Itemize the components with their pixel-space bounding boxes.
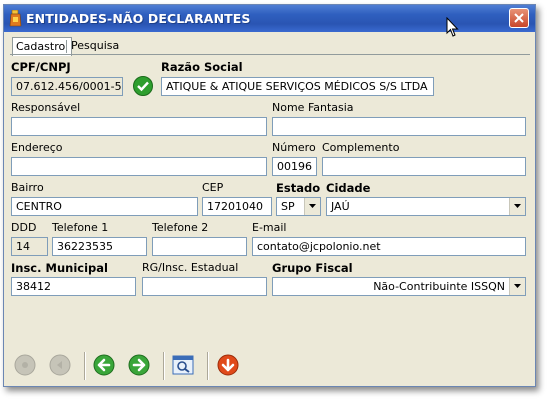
responsavel-label: Responsável bbox=[11, 101, 81, 114]
chevron-down-icon bbox=[514, 284, 521, 288]
razao-social-label: Razão Social bbox=[161, 60, 243, 74]
cep-label: CEP bbox=[202, 181, 224, 194]
cidade-dropdown-button[interactable] bbox=[509, 198, 525, 215]
estado-dropdown-button[interactable] bbox=[304, 198, 320, 215]
check-valid-icon bbox=[133, 76, 153, 96]
close-button[interactable] bbox=[509, 8, 529, 28]
nome-fantasia-field[interactable] bbox=[272, 117, 526, 136]
toolbar-divider bbox=[163, 352, 165, 380]
grupo-fiscal-select[interactable]: Não-Contribuinte ISSQN bbox=[272, 277, 526, 296]
disabled-circle-icon[interactable] bbox=[49, 354, 71, 376]
rg-insc-estadual-label: RG/Insc. Estadual bbox=[142, 261, 239, 274]
email-field[interactable]: contato@jcpolonio.net bbox=[252, 237, 526, 256]
arrow-down-icon[interactable] bbox=[217, 354, 239, 376]
estado-value: SP bbox=[281, 200, 295, 213]
arrow-left-icon[interactable] bbox=[93, 354, 115, 376]
tab-divider bbox=[66, 40, 67, 53]
responsavel-field[interactable] bbox=[11, 117, 267, 136]
grupo-fiscal-value: Não-Contribuinte ISSQN bbox=[373, 280, 505, 293]
chevron-down-icon bbox=[309, 204, 316, 208]
cep-field[interactable]: 17201040 bbox=[202, 197, 272, 216]
tab-pesquisa[interactable]: Pesquisa bbox=[68, 37, 126, 55]
rg-insc-estadual-field[interactable] bbox=[142, 277, 267, 296]
ddd-label: DDD bbox=[11, 221, 37, 234]
disabled-circle-icon[interactable] bbox=[14, 354, 36, 376]
grupo-fiscal-label: Grupo Fiscal bbox=[272, 261, 353, 275]
window-title: ENTIDADES-NÃO DECLARANTES bbox=[26, 11, 251, 26]
cpf-label: CPF/CNPJ bbox=[11, 60, 71, 74]
estado-select[interactable]: SP bbox=[276, 197, 321, 216]
numero-label: Número bbox=[272, 141, 316, 154]
toolbar-divider bbox=[207, 352, 209, 380]
cidade-value: JAÚ bbox=[331, 200, 350, 213]
bairro-field[interactable]: CENTRO bbox=[11, 197, 198, 216]
telefone2-label: Telefone 2 bbox=[152, 221, 209, 234]
complemento-field[interactable] bbox=[322, 157, 526, 176]
razao-social-field[interactable]: ATIQUE & ATIQUE SERVIÇOS MÉDICOS S/S LTD… bbox=[161, 77, 434, 96]
endereco-label: Endereço bbox=[11, 141, 63, 154]
ddd-field[interactable]: 14 bbox=[11, 237, 48, 256]
endereco-field[interactable] bbox=[11, 157, 267, 176]
telefone1-label: Telefone 1 bbox=[52, 221, 109, 234]
numero-field[interactable]: 00196 bbox=[272, 157, 317, 176]
complemento-label: Complemento bbox=[322, 141, 400, 154]
search-window-icon[interactable] bbox=[172, 354, 194, 376]
bairro-label: Bairro bbox=[11, 181, 44, 194]
app-icon bbox=[9, 10, 22, 27]
mouse-cursor-icon bbox=[446, 17, 459, 37]
arrow-right-icon[interactable] bbox=[128, 354, 150, 376]
email-label: E-mail bbox=[252, 221, 287, 234]
chevron-down-icon bbox=[514, 204, 521, 208]
insc-municipal-label: Insc. Municipal bbox=[11, 261, 108, 275]
toolbar-divider bbox=[84, 352, 86, 380]
cpf-field[interactable]: 07.612.456/0001-51 bbox=[11, 77, 123, 96]
close-icon bbox=[514, 13, 524, 23]
main-window: ENTIDADES-NÃO DECLARANTES Cadastro Pesqu… bbox=[3, 4, 536, 387]
nome-fantasia-label: Nome Fantasia bbox=[272, 101, 354, 114]
cidade-label: Cidade bbox=[326, 181, 371, 195]
telefone2-field[interactable] bbox=[152, 237, 247, 256]
grupo-fiscal-dropdown-button[interactable] bbox=[509, 278, 525, 295]
estado-label: Estado bbox=[276, 181, 321, 195]
cidade-select[interactable]: JAÚ bbox=[326, 197, 526, 216]
insc-municipal-field[interactable]: 38412 bbox=[11, 277, 136, 296]
telefone1-field[interactable]: 36223535 bbox=[52, 237, 147, 256]
